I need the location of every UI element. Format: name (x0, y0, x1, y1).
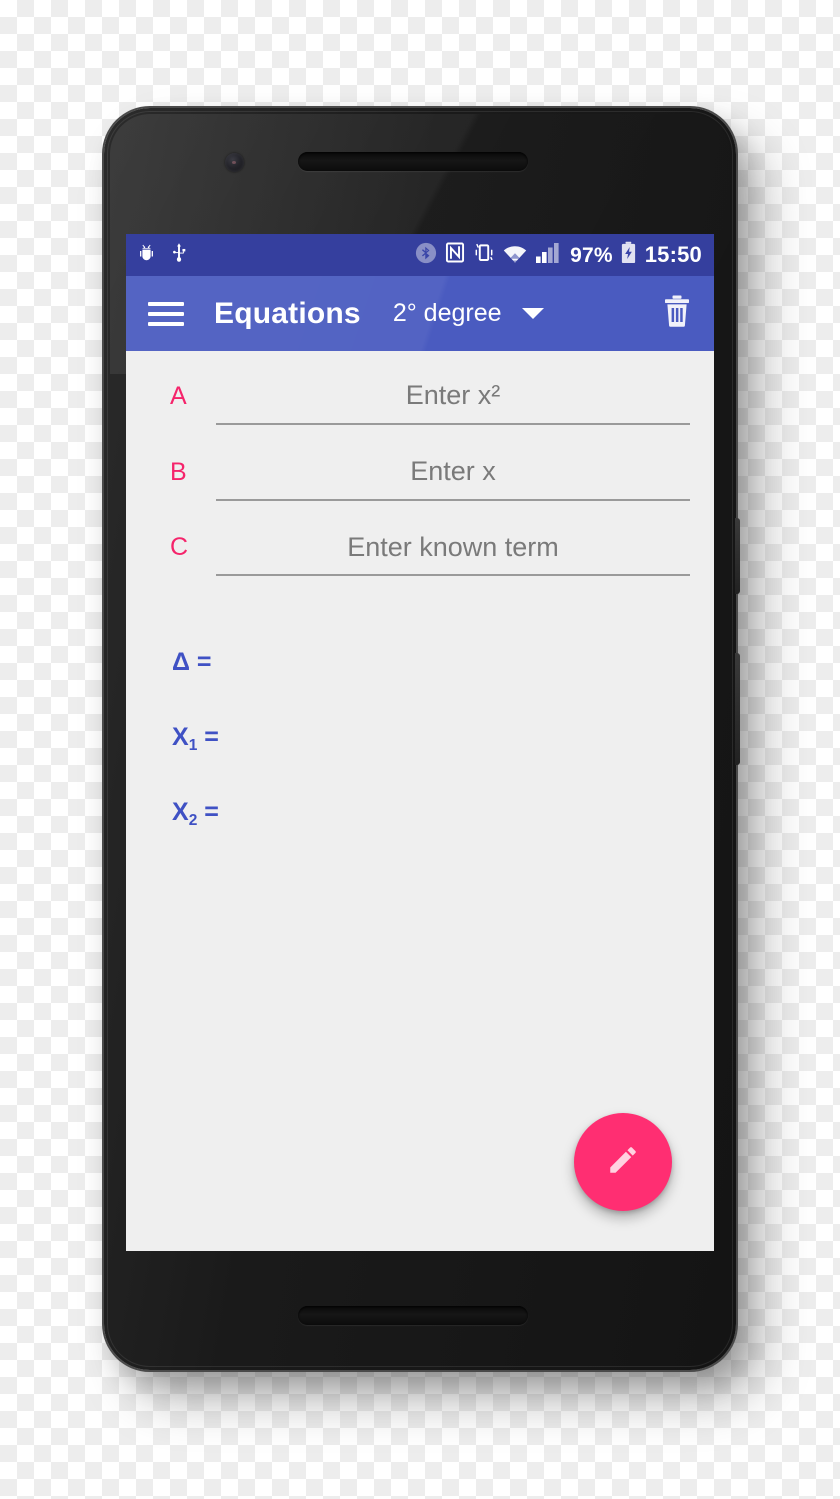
degree-spinner[interactable]: 2° degree (393, 299, 544, 328)
coefficient-a-input[interactable]: Enter x² (216, 379, 690, 425)
status-bar: 97% 15:50 (126, 234, 714, 276)
result-row-x1: X1 = (172, 723, 714, 753)
delete-button[interactable] (662, 294, 692, 333)
bluetooth-icon (415, 242, 437, 269)
degree-spinner-label: 2° degree (392, 299, 502, 327)
field-label-c: C (170, 533, 189, 562)
status-bar-right-icons: 97% 15:50 (415, 241, 702, 269)
phone-screen: 97% 15:50 Equations 2° degree A Enter x²… (126, 234, 714, 1251)
field-row-a: A Enter x² (126, 379, 714, 425)
coefficient-b-placeholder: Enter x (410, 455, 496, 486)
battery-percent-label: 97% (570, 243, 613, 267)
result-row-x2: X2 = (172, 798, 714, 828)
result-label-x2: X (172, 798, 189, 827)
field-label-b: B (170, 457, 187, 486)
result-label-delta: Δ (172, 648, 190, 677)
coefficient-b-input[interactable]: Enter x (216, 455, 690, 501)
battery-charging-icon (620, 241, 637, 269)
android-debug-bug-icon (136, 241, 157, 269)
result-row-delta: Δ = (172, 650, 714, 675)
hamburger-menu-icon[interactable] (148, 301, 184, 327)
volume-button[interactable] (735, 653, 740, 765)
field-row-c: C Enter known term (126, 531, 714, 577)
coefficient-a-placeholder: Enter x² (405, 380, 501, 410)
equation-form: A Enter x² B Enter x C Enter known term (126, 351, 714, 577)
result-subscript-x1: 1 (188, 736, 198, 754)
result-equals-x2: = (204, 798, 219, 827)
field-label-a: A (170, 381, 187, 410)
nfc-icon (444, 241, 466, 269)
wifi-icon (502, 242, 528, 269)
bottom-speaker-grille (298, 1306, 528, 1325)
usb-icon (171, 241, 187, 269)
app-bar: Equations 2° degree (126, 276, 714, 351)
edit-fab-button[interactable] (574, 1113, 672, 1211)
vibrate-mode-icon (473, 241, 495, 269)
coefficient-c-input[interactable]: Enter known term (216, 531, 690, 577)
result-label-x1: X (172, 723, 189, 752)
results-area: Δ = X1 = X2 = (126, 606, 714, 828)
front-camera (225, 153, 244, 172)
pencil-edit-icon (606, 1143, 640, 1182)
page-title: Equations (214, 296, 361, 330)
coefficient-c-placeholder: Enter known term (347, 531, 559, 562)
trash-icon (662, 294, 692, 333)
phone-device-frame: 97% 15:50 Equations 2° degree A Enter x²… (104, 108, 740, 1370)
result-subscript-x2: 2 (188, 811, 198, 829)
power-button[interactable] (735, 518, 740, 594)
result-equals-delta: = (196, 648, 212, 677)
cellular-signal-icon (535, 242, 563, 269)
field-row-b: B Enter x (126, 455, 714, 501)
status-bar-left-icons (136, 241, 187, 269)
result-equals-x1: = (204, 723, 219, 752)
status-bar-clock: 15:50 (644, 242, 702, 267)
earpiece-speaker (298, 152, 528, 171)
chevron-down-icon (521, 308, 544, 319)
